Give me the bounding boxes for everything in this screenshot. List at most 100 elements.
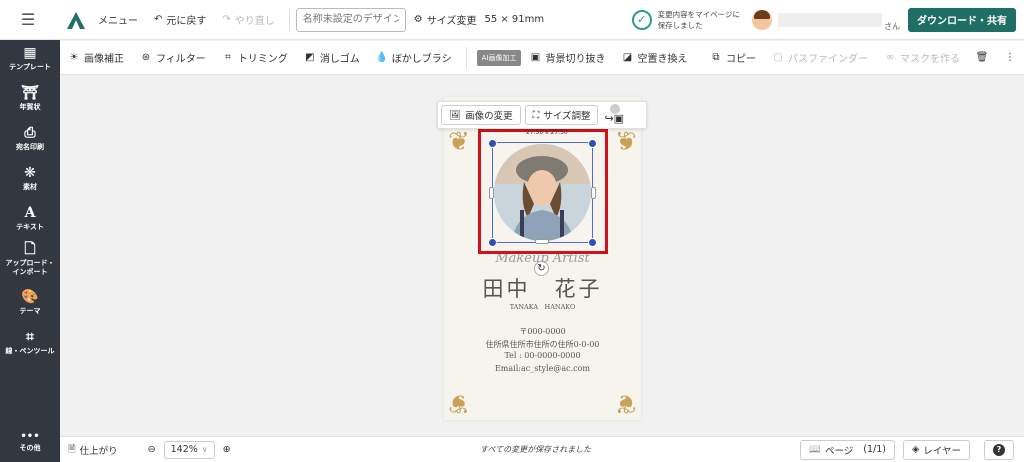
- toolbar-right: ⧉ コピー ▢ パスファインダー ∞ マスクを作る 🗑 ⋮: [702, 50, 1024, 65]
- edge-handle[interactable]: [489, 187, 494, 199]
- background-remove-label: 背景切り抜き: [545, 54, 606, 65]
- corner-ornament-icon: ❦: [615, 127, 637, 157]
- sky-replace-button[interactable]: ◪ 空置き換え: [613, 50, 695, 65]
- hamburger-menu-icon[interactable]: ☰: [10, 0, 46, 40]
- image-correct-button[interactable]: ☀ 画像補正: [60, 50, 132, 65]
- sky-replace-label: 空置き換え: [637, 54, 688, 65]
- divider: [465, 46, 467, 69]
- drop-icon: 💧: [375, 52, 389, 63]
- redo-label: やり直し: [234, 16, 275, 27]
- image-correct-label: 画像補正: [84, 54, 124, 65]
- chevron-down-icon: ∨: [201, 445, 208, 454]
- sidebar-item-other[interactable]: ••• その他: [0, 432, 60, 453]
- eraser-label: 消しゴム: [319, 54, 360, 65]
- mask-button[interactable]: ∞ マスクを作る: [876, 50, 968, 65]
- resize-handle[interactable]: [488, 238, 497, 247]
- mask-icon: ∞: [885, 52, 895, 63]
- copy-button[interactable]: ⧉ コピー: [702, 50, 764, 65]
- ai-badge: AI画像加工: [476, 49, 522, 66]
- sidebar-item-text[interactable]: A テキスト: [0, 205, 60, 232]
- save-status-line2: 保存しました: [657, 20, 703, 30]
- resize-handle[interactable]: [488, 139, 497, 148]
- download-share-button[interactable]: ダウンロード・共有: [908, 7, 1016, 32]
- pathfinder-icon: ▢: [773, 52, 783, 63]
- page-count: (1/1): [863, 444, 886, 455]
- rotate-icon[interactable]: ↻: [534, 261, 549, 276]
- page-label: ページ: [824, 445, 854, 457]
- layer-button[interactable]: ◈ レイヤー: [902, 439, 970, 460]
- design-name-input[interactable]: [295, 7, 406, 32]
- edge-handle[interactable]: [591, 187, 596, 199]
- postal-code: 〒000-0000: [519, 327, 566, 336]
- sidebar-item-address-print[interactable]: ⎙ 宛名印刷: [0, 125, 60, 152]
- page-button[interactable]: 📖 ページ (1/1): [800, 439, 895, 460]
- sidebar-item-label: 宛名印刷: [16, 143, 44, 151]
- delete-button[interactable]: 🗑: [968, 52, 996, 64]
- eraser-button[interactable]: ◩ 消しゴム: [296, 50, 368, 65]
- sidebar-item-theme[interactable]: 🎨 テーマ: [0, 289, 60, 316]
- book-icon: 📖: [809, 444, 821, 455]
- sidebar-item-label: 素材: [23, 183, 37, 191]
- replace-image-button[interactable]: ↪▣: [602, 104, 630, 126]
- change-image-button[interactable]: 🖼 画像の変更: [441, 105, 521, 125]
- sky-image-icon: ◪: [622, 52, 633, 63]
- help-icon: ?: [993, 443, 1005, 456]
- upload-file-icon: 🗋: [24, 241, 36, 257]
- sidebar-item-template[interactable]: ▦ テンプレート: [0, 45, 60, 72]
- sun-adjust-icon: ☀: [69, 52, 79, 63]
- zoom-in-icon: ⊕: [222, 444, 231, 455]
- blur-brush-button[interactable]: 💧 ぼかしブラシ: [368, 50, 460, 65]
- zoom-out-icon: ⊖: [147, 444, 156, 455]
- filter-label: フィルター: [156, 54, 206, 65]
- finish-preview-button[interactable]: 🗎 仕上がり: [60, 442, 126, 458]
- size-change-button[interactable]: ⚙ サイズ変更 55 × 91mm: [406, 12, 552, 27]
- background-remove-button[interactable]: ▣ 背景切り抜き: [521, 50, 613, 65]
- text-icon: A: [24, 205, 36, 221]
- sidebar-item-label: 年賀状: [19, 103, 41, 111]
- finish-label: 仕上がり: [79, 445, 118, 457]
- trimming-button[interactable]: ⌗ トリミング: [214, 50, 296, 65]
- sidebar-item-label: テキスト: [16, 223, 44, 231]
- sidebar-item-materials[interactable]: ❋ 素材: [0, 165, 60, 192]
- image-icon: 🖼: [449, 109, 462, 121]
- kebab-menu-icon: ⋮: [1005, 52, 1015, 63]
- resize-handle[interactable]: [588, 139, 597, 148]
- sidebar-item-label: その他: [19, 444, 41, 452]
- save-status-line1: 変更内容をマイページに: [657, 9, 740, 19]
- zoom-in-button[interactable]: ⊕: [215, 444, 239, 455]
- template-icon: ▦: [23, 45, 37, 61]
- printer-icon: ⎙: [24, 125, 36, 141]
- name-japanese: 田中 花子: [482, 277, 603, 301]
- trash-icon: 🗑: [975, 52, 989, 63]
- edge-handle[interactable]: [535, 239, 549, 244]
- sidebar-item-line-pen[interactable]: ⌗ 線・ペンツール: [0, 329, 60, 356]
- sidebar-item-upload[interactable]: 🗋 アップロード・インポート: [0, 241, 60, 277]
- sidebar-item-nengajo[interactable]: ⛩ 年賀状: [0, 85, 60, 112]
- gear-icon: ⚙: [413, 14, 423, 25]
- undo-button[interactable]: ↶ 元に戻す: [146, 12, 214, 27]
- app-logo[interactable]: [62, 6, 90, 34]
- palette-icon: 🎨: [21, 289, 39, 305]
- crop-icon: ⌗: [224, 52, 231, 63]
- name-english: TANAKA HANAKO: [509, 303, 576, 311]
- pathfinder-button[interactable]: ▢ パスファインダー: [764, 50, 876, 65]
- bottom-right-controls: 📖 ページ (1/1) ◈ レイヤー ?: [800, 439, 1014, 460]
- menu-button[interactable]: メニュー: [90, 12, 146, 27]
- resize-handle[interactable]: [588, 238, 597, 247]
- help-button[interactable]: ?: [984, 439, 1014, 460]
- eraser-icon: ◩: [305, 52, 315, 63]
- zoom-out-button[interactable]: ⊖: [140, 444, 164, 455]
- redo-button[interactable]: ↷ やり直し: [214, 12, 282, 27]
- corner-ornament-icon: ❦: [448, 388, 470, 418]
- user-account[interactable]: さん: [752, 7, 900, 32]
- layer-label: レイヤー: [923, 445, 961, 457]
- filter-button[interactable]: ⊛ フィルター: [132, 50, 214, 65]
- corner-ornament-icon: ❦: [615, 388, 637, 418]
- materials-icon: ❋: [24, 165, 36, 181]
- more-options-button[interactable]: ⋮: [996, 52, 1024, 64]
- person-cutout-icon: ▣: [530, 52, 541, 63]
- highlight-selection-box: [478, 129, 608, 254]
- resize-button[interactable]: ⛶ サイズ調整: [524, 105, 599, 125]
- zoom-select[interactable]: 142% ∨: [163, 440, 215, 459]
- layers-icon: ◈: [911, 444, 920, 455]
